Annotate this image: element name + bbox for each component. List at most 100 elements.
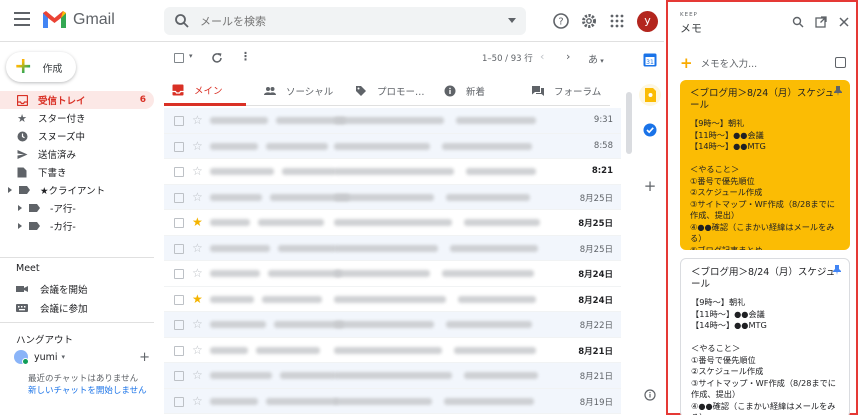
star-icon[interactable]: ☆ <box>192 266 203 280</box>
row-checkbox[interactable] <box>174 345 184 356</box>
mail-row[interactable]: ☆ 8月22日 <box>164 312 621 338</box>
add-chat-icon[interactable]: + <box>139 350 150 365</box>
tab-label: フォーラム <box>554 87 602 98</box>
start-meeting-button[interactable]: 会議を開始 <box>16 282 88 296</box>
mail-row[interactable]: ★ 8月25日 <box>164 210 621 236</box>
select-menu-icon[interactable]: ▾ <box>189 52 193 60</box>
star-icon[interactable]: ☆ <box>192 113 203 127</box>
star-icon[interactable]: ★ <box>192 292 203 306</box>
input-tools-button[interactable]: あ ▾ <box>588 51 604 66</box>
search-options-icon[interactable] <box>508 18 516 23</box>
gmail-logo[interactable]: Gmail <box>42 10 115 29</box>
close-icon[interactable] <box>838 16 850 28</box>
mail-date: 8月19日 <box>579 397 613 408</box>
star-icon[interactable]: ☆ <box>192 343 203 357</box>
sender-redacted <box>262 295 322 303</box>
row-checkbox[interactable] <box>174 269 184 279</box>
add-note-input[interactable]: + メモを入力... <box>680 54 846 72</box>
sidebar-item-drafts[interactable]: 下書き <box>0 163 154 181</box>
expand-icon[interactable] <box>18 223 22 229</box>
star-icon[interactable]: ☆ <box>192 164 203 178</box>
tab-promotions[interactable]: プロモー… <box>347 76 425 106</box>
select-all-checkbox[interactable] <box>174 53 184 63</box>
row-checkbox[interactable] <box>174 396 184 407</box>
tab-forums[interactable]: フォーラム <box>524 76 601 106</box>
mail-date: 8月25日 <box>578 219 613 229</box>
tab-primary[interactable]: メイン <box>164 76 246 106</box>
forum-icon <box>532 86 544 96</box>
mail-date: 8月25日 <box>579 193 613 204</box>
help-icon[interactable]: ? <box>552 12 570 30</box>
add-addon-icon[interactable]: + <box>640 176 660 196</box>
calendar-icon[interactable]: 31 <box>640 50 660 70</box>
mail-row[interactable]: ☆ 8月21日 <box>164 337 621 363</box>
apps-grid-icon[interactable] <box>608 12 626 30</box>
mail-row[interactable]: ☆ 8月25日 <box>164 235 621 261</box>
tab-updates[interactable]: 新着 <box>436 76 485 106</box>
mail-row[interactable]: ☆ 9:31 <box>164 108 621 134</box>
search-input[interactable] <box>200 14 500 28</box>
info-icon[interactable] <box>640 385 660 405</box>
tasks-icon[interactable] <box>640 120 660 140</box>
row-checkbox[interactable] <box>174 294 184 305</box>
mail-row[interactable]: ☆ 8月19日 <box>164 388 621 414</box>
star-icon[interactable]: ☆ <box>192 317 203 331</box>
open-in-new-icon[interactable] <box>815 16 827 28</box>
row-checkbox[interactable] <box>174 167 184 177</box>
sidebar-item-a-row[interactable]: -ア行- <box>0 199 154 217</box>
sidebar-item-starred[interactable]: ★ スター付き <box>0 109 154 127</box>
new-chat-link[interactable]: 新しいチャットを開始しませんか <box>28 386 147 397</box>
row-checkbox[interactable] <box>174 320 184 330</box>
mail-row[interactable]: ☆ 8月25日 <box>164 184 621 210</box>
refresh-icon[interactable] <box>211 52 223 64</box>
search-icon[interactable] <box>174 13 190 29</box>
mail-row[interactable]: ☆ 8:21 <box>164 159 621 185</box>
expand-icon[interactable] <box>8 187 12 193</box>
sidebar-item-inbox[interactable]: 受信トレイ 6 <box>0 91 154 109</box>
sidebar-item-sent[interactable]: 送信済み <box>0 145 154 163</box>
mail-row[interactable]: ☆ 8月24日 <box>164 261 621 287</box>
star-icon[interactable]: ☆ <box>192 139 203 153</box>
star-icon[interactable]: ☆ <box>192 190 203 204</box>
chevron-down-icon[interactable]: ▾ <box>62 353 66 361</box>
mail-row[interactable]: ☆ 8月21日 <box>164 363 621 389</box>
join-meeting-button[interactable]: 会議に参加 <box>16 301 88 315</box>
star-icon[interactable]: ☆ <box>192 394 203 408</box>
hangouts-user[interactable]: yumi ▾ + <box>14 350 150 365</box>
search-icon[interactable] <box>792 16 804 28</box>
sidebar-item-client[interactable]: ★クライアント <box>0 181 154 199</box>
keep-note[interactable]: ＜ブログ用＞8/24（月）スケジュール 【9時〜】朝礼 【11時〜】●●会議 【… <box>680 258 850 415</box>
row-checkbox[interactable] <box>174 192 184 203</box>
mail-list-scrollbar[interactable] <box>626 92 632 154</box>
mail-row[interactable]: ☆ 8:58 <box>164 133 621 159</box>
search-box[interactable] <box>164 7 526 35</box>
prev-page-icon[interactable]: ‹ <box>540 50 544 63</box>
sidebar-item-snoozed[interactable]: スヌーズ中 <box>0 127 154 145</box>
star-icon[interactable]: ☆ <box>192 368 203 382</box>
row-checkbox[interactable] <box>174 371 184 381</box>
star-icon[interactable]: ★ <box>192 215 203 229</box>
keep-note[interactable]: ＜ブログ用＞8/24（月）スケジュール 【9時〜】朝礼 【11時〜】●●会議 【… <box>680 80 850 250</box>
new-list-icon[interactable] <box>835 57 846 68</box>
settings-gear-icon[interactable] <box>580 12 598 30</box>
mail-row[interactable]: ★ 8月24日 <box>164 286 621 312</box>
row-checkbox[interactable] <box>174 141 184 152</box>
sidebar-item-ka-row[interactable]: -カ行- <box>0 217 154 235</box>
expand-icon[interactable] <box>18 205 22 211</box>
more-options-icon[interactable]: ⋮ <box>240 50 251 63</box>
row-checkbox[interactable] <box>174 243 184 254</box>
pin-icon[interactable] <box>834 86 842 96</box>
main-menu-icon[interactable] <box>14 12 30 26</box>
mail-date: 8月24日 <box>578 270 613 280</box>
account-avatar[interactable]: y <box>637 11 658 32</box>
keep-icon[interactable] <box>639 84 661 106</box>
next-page-icon[interactable]: › <box>566 50 570 63</box>
pin-icon[interactable] <box>833 265 841 275</box>
sender-redacted <box>210 346 248 354</box>
compose-button[interactable]: + 作成 <box>6 52 76 82</box>
row-checkbox[interactable] <box>174 116 184 126</box>
star-icon[interactable]: ☆ <box>192 241 203 255</box>
sender-redacted <box>210 117 268 124</box>
row-checkbox[interactable] <box>174 218 184 228</box>
tab-social[interactable]: ソーシャル <box>256 76 333 106</box>
